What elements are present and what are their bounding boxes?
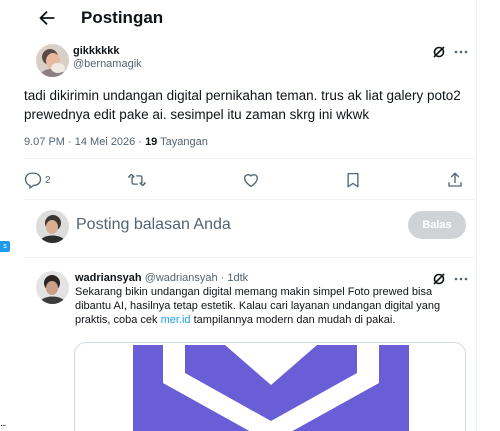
media-card[interactable] bbox=[74, 342, 466, 431]
share-button[interactable] bbox=[446, 171, 464, 189]
divider bbox=[24, 257, 476, 258]
back-arrow-icon[interactable] bbox=[36, 7, 58, 29]
divider bbox=[24, 158, 476, 159]
reply-input[interactable]: Posting balasan Anda bbox=[76, 215, 231, 235]
author-handle[interactable]: @bernamagik bbox=[73, 58, 142, 71]
author-avatar[interactable] bbox=[36, 44, 69, 77]
reply-text-after-link: tampilannya modern dan mudah di pakai. bbox=[190, 314, 396, 326]
column-divider bbox=[476, 0, 477, 431]
like-icon bbox=[243, 174, 259, 188]
left-badge: s bbox=[0, 241, 10, 252]
header: Postingan bbox=[24, 0, 476, 40]
post-column: Postingan gikkkkkk @bernamagik tadi diki… bbox=[24, 0, 476, 431]
page-title: Postingan bbox=[81, 8, 164, 27]
post-text: tadi dikirimin undangan digital pernikah… bbox=[24, 88, 461, 122]
reply-link[interactable]: mer.id bbox=[161, 314, 191, 326]
post-meta: 9.07 PM · 14 Mei 2026 · 19 Tayangan bbox=[24, 135, 208, 149]
views-count: 19 bbox=[145, 136, 158, 148]
grok-icon[interactable] bbox=[431, 44, 447, 60]
views-label: Tayangan bbox=[157, 136, 208, 148]
left-more-dots[interactable]: ... bbox=[0, 418, 6, 429]
composer-avatar[interactable] bbox=[36, 210, 69, 243]
reply-icon bbox=[24, 172, 42, 189]
reply-button[interactable]: 2 bbox=[24, 171, 51, 189]
bookmark-icon bbox=[347, 172, 359, 188]
share-icon bbox=[448, 172, 462, 187]
repost-icon bbox=[128, 173, 146, 187]
action-bar: 2 bbox=[24, 171, 476, 189]
reply-avatar[interactable] bbox=[36, 271, 69, 304]
reply-author-name[interactable]: wadriansyah bbox=[75, 272, 142, 284]
left-strip: s ... bbox=[0, 0, 24, 431]
reply-submit-button[interactable]: Balas bbox=[408, 211, 466, 239]
reply-header: wadriansyah @wadriansyah · 1dtk bbox=[75, 271, 248, 285]
bookmark-button[interactable] bbox=[344, 171, 362, 189]
more-icon[interactable] bbox=[453, 44, 469, 60]
like-button[interactable] bbox=[242, 171, 260, 189]
divider bbox=[24, 199, 476, 200]
post-timestamp[interactable]: 9.07 PM · 14 Mei 2026 · bbox=[24, 136, 145, 148]
repost-button[interactable] bbox=[128, 171, 146, 189]
mer-logo-image bbox=[75, 343, 465, 431]
reply-text: Sekarang bikin undangan digital memang m… bbox=[75, 285, 470, 327]
author-name[interactable]: gikkkkkk bbox=[73, 45, 119, 58]
reply-count: 2 bbox=[45, 174, 51, 186]
reply-author-handle[interactable]: @wadriansyah · 1dtk bbox=[142, 272, 249, 284]
